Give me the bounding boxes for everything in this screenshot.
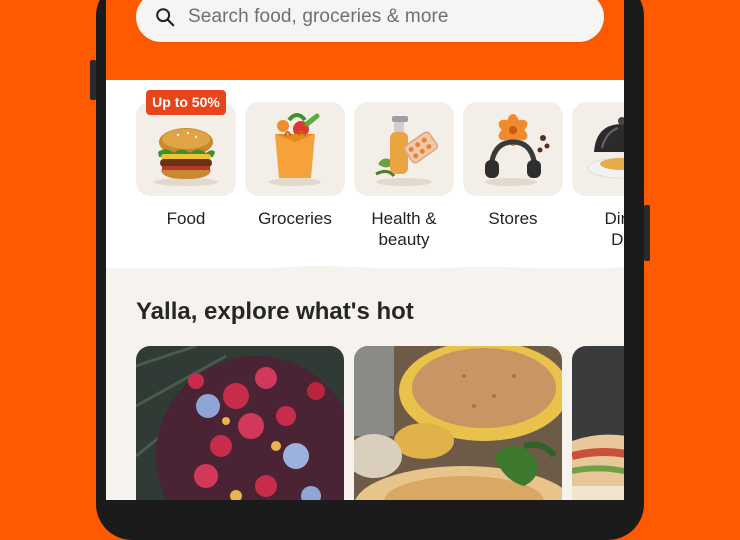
explore-card-wrap[interactable] xyxy=(572,346,624,500)
category-stores[interactable]: Stores xyxy=(463,102,563,229)
dining-cloche-icon xyxy=(587,117,624,179)
search-input[interactable]: Search food, groceries & more xyxy=(188,6,449,28)
health-beauty-icon xyxy=(375,116,439,186)
category-label: Food xyxy=(166,209,206,228)
category-dine-deals[interactable]: Dine De xyxy=(572,102,624,250)
category-health-beauty[interactable]: Health & beauty xyxy=(354,102,454,250)
category-tile[interactable] xyxy=(463,102,563,196)
app-screen: Search food, groceries & more Up to 50% … xyxy=(106,0,624,500)
search-bar[interactable]: Search food, groceries & more xyxy=(136,0,604,42)
category-label: Stores xyxy=(488,209,538,228)
headphones-flower-icon xyxy=(485,114,550,186)
wrap-image xyxy=(572,346,624,500)
category-label: Health & beauty xyxy=(371,209,437,249)
category-label: Dine De xyxy=(604,209,624,249)
berry-bowl-image xyxy=(136,346,344,500)
category-tile[interactable] xyxy=(245,102,345,196)
section-title: Yalla, explore what's hot xyxy=(136,298,414,325)
header-wave xyxy=(106,56,624,69)
category-groceries[interactable]: Groceries xyxy=(245,102,345,229)
category-tile[interactable] xyxy=(572,102,624,196)
category-tile[interactable] xyxy=(136,102,236,196)
category-label: Groceries xyxy=(258,209,332,228)
promo-badge: Up to 50% xyxy=(146,90,226,115)
category-food[interactable]: Food xyxy=(136,102,236,229)
explore-card-berries[interactable] xyxy=(136,346,344,500)
category-tile[interactable] xyxy=(354,102,454,196)
search-icon xyxy=(156,8,175,27)
phone-power-button xyxy=(644,205,650,261)
burger-icon xyxy=(154,128,218,186)
spice-dish-image xyxy=(354,346,562,500)
explore-section: Yalla, explore what's hot xyxy=(106,266,624,500)
section-wave xyxy=(106,266,624,276)
explore-card-spices[interactable] xyxy=(354,346,562,500)
grocery-bag-icon xyxy=(269,113,321,186)
